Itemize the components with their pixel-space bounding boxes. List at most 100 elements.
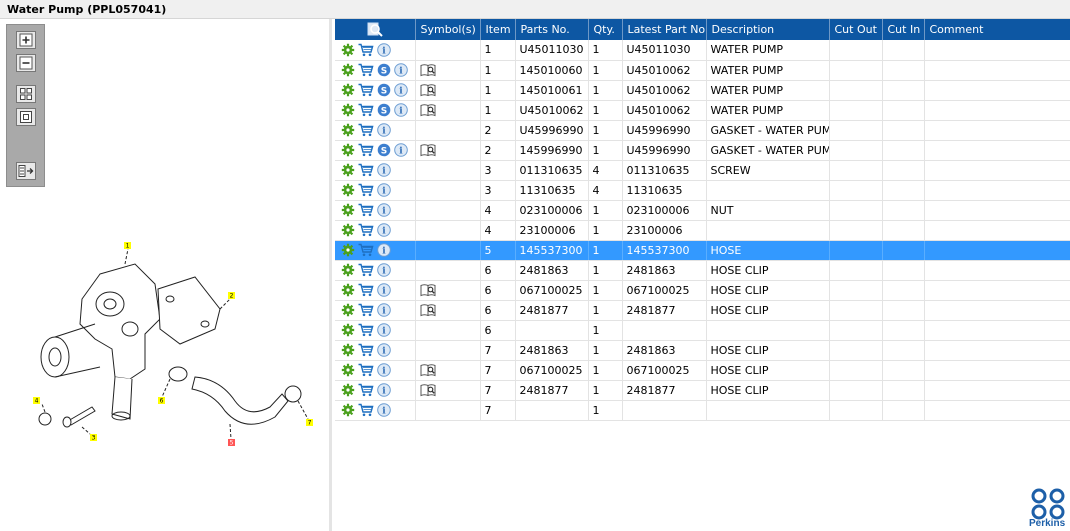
table-row[interactable]: i 4 23100006 1 23100006	[335, 220, 1070, 241]
info-icon[interactable]: i	[377, 42, 391, 57]
search-parts-icon[interactable]	[367, 22, 383, 37]
cart-icon[interactable]	[358, 303, 374, 317]
gear-icon[interactable]	[341, 303, 355, 317]
info-icon[interactable]: i	[377, 163, 391, 177]
cart-icon[interactable]	[358, 243, 374, 257]
table-row[interactable]: Si 1 145010060 1 U45010062 WATER PUMP	[335, 60, 1070, 81]
info-icon[interactable]: i	[394, 103, 408, 117]
supersession-icon[interactable]: S	[377, 63, 391, 77]
fit-window-button[interactable]	[16, 108, 36, 126]
info-icon[interactable]: i	[377, 363, 391, 377]
callout-6[interactable]: 6	[160, 398, 164, 405]
info-icon[interactable]: i	[377, 263, 391, 277]
cart-icon[interactable]	[358, 363, 374, 377]
gear-icon[interactable]	[341, 43, 355, 57]
info-icon[interactable]: i	[377, 283, 391, 297]
column-header-parts-no[interactable]: Parts No.	[515, 19, 589, 40]
cart-icon[interactable]	[358, 83, 374, 97]
cart-icon[interactable]	[358, 223, 374, 237]
callout-5[interactable]: 5	[230, 440, 234, 447]
cart-icon[interactable]	[358, 203, 374, 217]
callout-7[interactable]: 7	[308, 420, 312, 427]
table-row[interactable]: i 7 1	[335, 400, 1070, 421]
table-row[interactable]: i 4 023100006 1 023100006 NUT	[335, 200, 1070, 221]
table-row[interactable]: i 3 11310635 4 11310635	[335, 180, 1070, 201]
table-row[interactable]: i 3 011310635 4 011310635 SCREW	[335, 160, 1070, 181]
info-icon[interactable]: i	[377, 383, 391, 397]
cart-icon[interactable]	[358, 103, 374, 117]
cart-icon[interactable]	[358, 403, 374, 417]
table-row[interactable]: i 1 U45011030 1 U45011030 WATER PUMP	[335, 40, 1070, 61]
cart-icon[interactable]	[358, 343, 374, 357]
column-header-actions[interactable]	[335, 19, 416, 40]
gear-icon[interactable]	[341, 163, 355, 177]
callout-1[interactable]: 1	[126, 243, 130, 250]
table-row[interactable]: Si 1 U45010062 1 U45010062 WATER PUMP	[335, 100, 1070, 121]
column-header-comment[interactable]: Comment	[924, 19, 1070, 40]
gear-icon[interactable]	[341, 223, 355, 237]
cart-icon[interactable]	[358, 123, 374, 137]
gear-icon[interactable]	[341, 103, 355, 117]
gear-icon[interactable]	[341, 243, 355, 257]
info-icon[interactable]: i	[377, 403, 391, 417]
gear-icon[interactable]	[341, 343, 355, 357]
gear-icon[interactable]	[341, 403, 355, 417]
table-row[interactable]: Si 1 145010061 1 U45010062 WATER PUMP	[335, 80, 1070, 101]
cart-icon[interactable]	[358, 43, 374, 57]
column-header-description[interactable]: Description	[706, 19, 830, 40]
cart-icon[interactable]	[358, 383, 374, 397]
cart-icon[interactable]	[358, 323, 374, 337]
supersession-icon[interactable]: S	[377, 83, 391, 97]
table-row[interactable]: i 7 2481877 1 2481877 HOSE CLIP	[335, 380, 1070, 401]
gear-icon[interactable]	[341, 83, 355, 97]
supersession-icon[interactable]: S	[377, 143, 391, 157]
info-icon[interactable]: i	[377, 243, 391, 257]
gear-icon[interactable]	[341, 203, 355, 217]
table-row[interactable]: i 6 1	[335, 320, 1070, 341]
info-icon[interactable]: i	[377, 323, 391, 337]
column-header-cut-out[interactable]: Cut Out	[829, 19, 883, 40]
cart-icon[interactable]	[358, 143, 374, 157]
table-row[interactable]: i 6 067100025 1 067100025 HOSE CLIP	[335, 280, 1070, 301]
info-icon[interactable]: i	[377, 123, 391, 137]
cart-icon[interactable]	[358, 283, 374, 297]
column-header-cut-in[interactable]: Cut In	[882, 19, 925, 40]
fit-all-button[interactable]	[16, 85, 36, 103]
table-row[interactable]: i 7 067100025 1 067100025 HOSE CLIP	[335, 360, 1070, 381]
table-row[interactable]: i 7 2481863 1 2481863 HOSE CLIP	[335, 340, 1070, 361]
gear-icon[interactable]	[341, 183, 355, 197]
info-icon[interactable]: i	[394, 63, 408, 77]
info-icon[interactable]: i	[377, 203, 391, 217]
info-icon[interactable]: i	[377, 343, 391, 357]
info-icon[interactable]: i	[394, 83, 408, 97]
callout-2[interactable]: 2	[230, 293, 234, 300]
info-icon[interactable]: i	[377, 223, 391, 237]
toggle-list-button[interactable]	[16, 162, 36, 180]
gear-icon[interactable]	[341, 263, 355, 277]
info-icon[interactable]: i	[377, 183, 391, 197]
gear-icon[interactable]	[341, 323, 355, 337]
callout-4[interactable]: 4	[35, 398, 39, 405]
callout-3[interactable]: 3	[92, 435, 96, 442]
table-row[interactable]: i 2 U45996990 1 U45996990 GASKET - WATER PUMP	[335, 120, 1070, 141]
gear-icon[interactable]	[341, 283, 355, 297]
cart-icon[interactable]	[358, 163, 374, 177]
table-row[interactable]: i 5 145537300 1 145537300 HOSE	[335, 240, 1070, 261]
cart-icon[interactable]	[358, 263, 374, 277]
supersession-icon[interactable]: S	[377, 103, 391, 117]
column-header-latest-part-no[interactable]: Latest Part No.	[622, 19, 707, 40]
table-row[interactable]: i 6 2481863 1 2481863 HOSE CLIP	[335, 260, 1070, 281]
table-row[interactable]: Si 2 145996990 1 U45996990 GASKET - WATER PUM…	[335, 140, 1070, 161]
zoom-in-button[interactable]	[16, 31, 36, 49]
cart-icon[interactable]	[358, 183, 374, 197]
column-header-item[interactable]: Item	[480, 19, 516, 40]
gear-icon[interactable]	[341, 63, 355, 77]
column-header-qty[interactable]: Qty.	[588, 19, 623, 40]
column-header-symbols[interactable]: Symbol(s)	[415, 19, 481, 40]
cart-icon[interactable]	[358, 63, 374, 77]
diagram-pane[interactable]: 1 2 3 4 5 6 7	[0, 19, 332, 531]
zoom-out-button[interactable]	[16, 54, 36, 72]
exploded-parts-diagram[interactable]: 1 2 3 4 5 6 7	[20, 229, 320, 459]
gear-icon[interactable]	[341, 363, 355, 377]
gear-icon[interactable]	[341, 143, 355, 157]
